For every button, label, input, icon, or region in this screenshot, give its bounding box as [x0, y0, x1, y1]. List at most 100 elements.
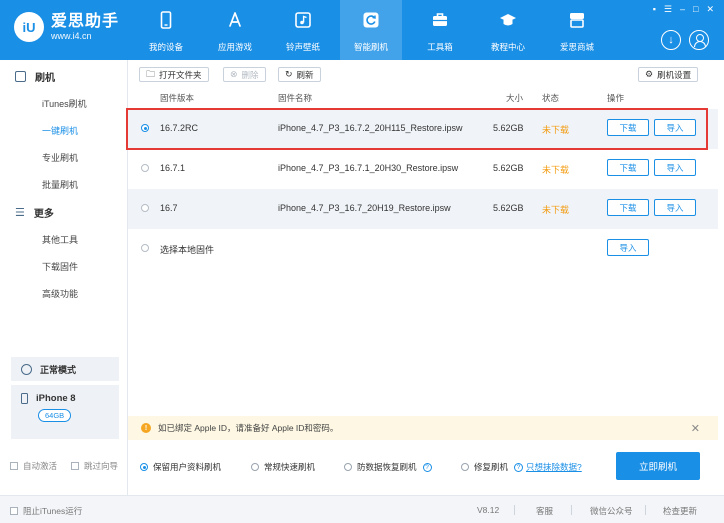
window-controls: ▪ ☰ – □ ✕	[653, 4, 714, 15]
local-firmware-row[interactable]: 选择本地固件 导入	[128, 229, 718, 269]
col-version: 固件版本	[160, 93, 195, 103]
logo-url: www.i4.cn	[51, 30, 92, 41]
import-button[interactable]: 导入	[654, 159, 696, 176]
firmware-version: 16.7.1	[160, 163, 186, 173]
firmware-size: 5.62GB	[493, 163, 524, 173]
nav-toolbox[interactable]: 工具箱	[409, 0, 471, 60]
nav-smart-flash[interactable]: 智能刷机	[340, 0, 402, 60]
top-bar: iU 爱思助手 www.i4.cn 我的设备 应用游戏 铃声壁纸 智能刷机 工具…	[0, 0, 724, 60]
block-itunes-checkbox[interactable]: 阻止iTunes运行	[10, 505, 82, 517]
help-icon[interactable]: ?	[514, 462, 524, 472]
music-icon	[295, 12, 311, 28]
sidebar-item-advanced[interactable]: 高级功能	[42, 287, 78, 300]
device-mode-label: 正常模式	[40, 364, 77, 375]
auto-activate-checkbox[interactable]: 自动激活	[10, 460, 57, 472]
check-update-link[interactable]: 检查更新	[663, 505, 697, 517]
firmware-radio[interactable]	[141, 204, 149, 212]
firmware-radio[interactable]	[141, 164, 149, 172]
firmware-radio[interactable]	[141, 244, 149, 252]
local-firmware-label: 选择本地固件	[160, 245, 215, 255]
firmware-row[interactable]: 16.7 iPhone_4.7_P3_16.7_20H19_Restore.ip…	[128, 189, 718, 229]
sidebar-item-one-click-flash[interactable]: 一键刷机	[42, 124, 78, 137]
menu-icon[interactable]: ☰	[664, 4, 672, 15]
nav-tutorials[interactable]: 教程中心	[477, 0, 539, 60]
option-radio[interactable]	[461, 463, 469, 471]
nav-apps-games[interactable]: 应用游戏	[204, 0, 266, 60]
sidebar-item-other-tools[interactable]: 其他工具	[42, 233, 78, 246]
apple-id-notice: ! 如已绑定 Apple ID，请准备好 Apple ID和密码。 ✕	[128, 416, 718, 440]
option-keep-data[interactable]: 保留用户资料刷机	[140, 461, 221, 473]
sidebar-section-flash: 刷机	[15, 69, 55, 84]
nav-label: 工具箱	[427, 42, 453, 52]
delete-button[interactable]: ⊗ 删除	[223, 67, 266, 82]
app-logo: iU 爱思助手 www.i4.cn	[14, 12, 119, 42]
toolbox-icon	[433, 13, 447, 26]
sidebar-section-label: 刷机	[35, 73, 55, 84]
status-bar: 阻止iTunes运行 V8.12 客服 微信公众号 检查更新	[0, 495, 724, 523]
skin-icon[interactable]: ▪	[653, 4, 656, 15]
sidebar-item-download-firmware[interactable]: 下载固件	[42, 260, 78, 273]
erase-data-link[interactable]: 只想抹除数据?	[526, 461, 582, 473]
import-button[interactable]: 导入	[654, 199, 696, 216]
sidebar-section-label: 更多	[33, 209, 54, 220]
help-icon[interactable]: ?	[422, 462, 432, 472]
maximize-icon[interactable]: □	[693, 4, 698, 15]
open-folder-button[interactable]: 🗀 打开文件夹	[139, 67, 209, 82]
minimize-icon[interactable]: –	[680, 4, 685, 15]
refresh-small-icon: ↻	[285, 69, 293, 79]
option-quick-flash[interactable]: 常规快速刷机	[251, 461, 315, 473]
option-repair-flash[interactable]: 修复刷机 ? 只想抹除数据?	[461, 461, 582, 473]
divider	[645, 505, 646, 515]
selection-highlight-box	[126, 108, 708, 150]
option-radio[interactable]	[251, 463, 259, 471]
refresh-button[interactable]: ↻ 刷新	[278, 67, 321, 82]
firmware-version: 16.7	[160, 203, 178, 213]
user-account-icon[interactable]	[689, 30, 709, 50]
import-button[interactable]: 导入	[607, 239, 649, 256]
sidebar-item-batch-flash[interactable]: 批量刷机	[42, 178, 78, 191]
option-anti-recovery[interactable]: 防数据恢复刷机 ?	[344, 461, 432, 473]
col-name: 固件名称	[278, 93, 313, 103]
device-name: iPhone 8	[36, 393, 76, 404]
folder-icon: 🗀	[146, 68, 156, 79]
customer-service-link[interactable]: 客服	[536, 505, 553, 517]
firmware-table-header: 固件版本 固件名称 大小 状态 操作	[128, 90, 724, 104]
firmware-name: iPhone_4.7_P3_16.7.1_20H30_Restore.ipsw	[278, 163, 459, 173]
graduation-cap-icon	[500, 14, 516, 26]
appstore-icon	[229, 12, 241, 27]
sidebar-item-pro-flash[interactable]: 专业刷机	[42, 151, 78, 164]
download-manager-icon[interactable]: ↓	[661, 30, 681, 50]
skip-guide-checkbox[interactable]: 跳过向导	[71, 460, 118, 472]
device-panel[interactable]: iPhone 8 64GB	[11, 385, 119, 439]
mode-icon	[21, 363, 32, 375]
wechat-link[interactable]: 微信公众号	[590, 505, 633, 517]
warning-icon: !	[141, 423, 151, 433]
divider	[514, 505, 515, 515]
nav-my-device[interactable]: 我的设备	[135, 0, 197, 60]
flash-now-button[interactable]: 立即刷机	[616, 452, 700, 480]
nav-ringtones[interactable]: 铃声壁纸	[272, 0, 334, 60]
download-button[interactable]: 下载	[607, 159, 649, 176]
firmware-name: iPhone_4.7_P3_16.7_20H19_Restore.ipsw	[278, 203, 451, 213]
flash-options: 保留用户资料刷机 常规快速刷机 防数据恢复刷机 ? 修复刷机 ? 只想抹除数据?…	[128, 440, 724, 495]
nav-label: 教程中心	[490, 42, 525, 52]
download-button[interactable]: 下载	[607, 199, 649, 216]
sidebar-item-itunes-flash[interactable]: iTunes刷机	[42, 97, 87, 110]
nav-store[interactable]: 爱思商城	[546, 0, 608, 60]
firmware-row[interactable]: 16.7.1 iPhone_4.7_P3_16.7.1_20H30_Restor…	[128, 149, 718, 189]
store-icon	[570, 13, 584, 28]
app-version: V8.12	[477, 505, 500, 515]
refresh-icon	[363, 12, 379, 28]
notice-text: 如已绑定 Apple ID，请准备好 Apple ID和密码。	[158, 423, 339, 433]
phone-icon	[160, 11, 172, 29]
nav-label: 爱思商城	[559, 42, 594, 52]
option-radio[interactable]	[344, 463, 352, 471]
option-radio[interactable]	[140, 463, 148, 471]
col-status: 状态	[542, 93, 560, 103]
device-capacity-badge: 64GB	[38, 409, 72, 422]
flash-settings-button[interactable]: ⚙ 刷机设置	[638, 67, 699, 82]
logo-name: 爱思助手	[51, 12, 120, 30]
close-icon[interactable]: ✕	[691, 422, 700, 435]
close-icon[interactable]: ✕	[706, 4, 714, 15]
nav-label: 智能刷机	[353, 42, 388, 52]
